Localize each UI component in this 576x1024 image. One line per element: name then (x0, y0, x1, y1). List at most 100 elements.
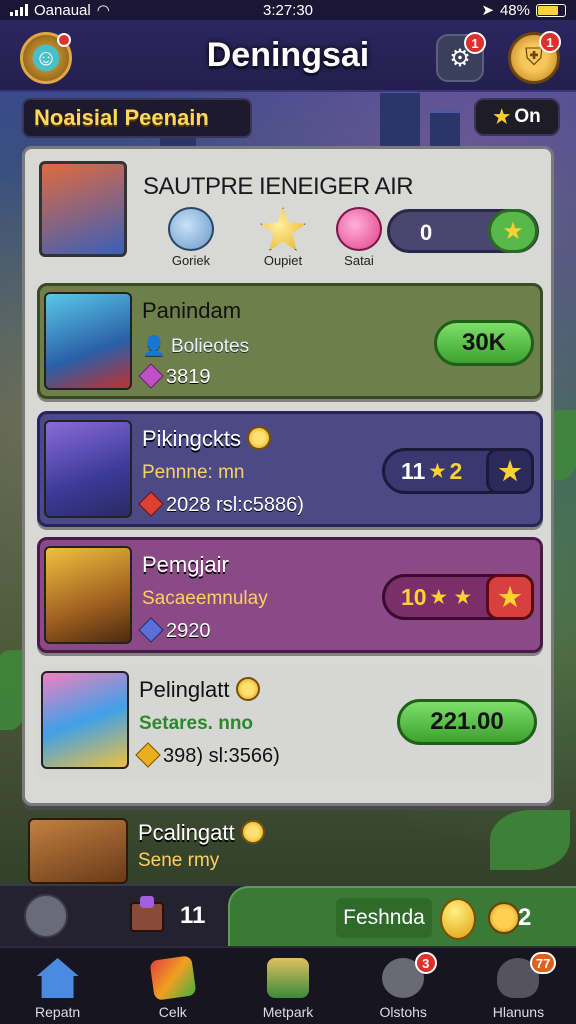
star-icon: ★ (429, 460, 446, 481)
market-icon (267, 958, 309, 998)
player-name: Pcalingatt (138, 820, 235, 845)
star-button[interactable]: ★ (486, 574, 534, 620)
player-card[interactable]: Pemgjair Sacaeemnulay 2920 10 ★ ★ ★ (37, 537, 543, 653)
tab-label: Repatn (35, 1004, 81, 1020)
pink-pet-icon (336, 207, 382, 251)
score-pill: 11 ★ 2 ★ (382, 448, 534, 494)
star-icon: ★ (493, 106, 511, 128)
player-subtitle: Sacaeemnulay (142, 588, 268, 609)
featured-count-pill: 0 ★ (387, 209, 539, 253)
star-pet-icon (260, 207, 306, 251)
notification-badge: 1 (539, 31, 561, 53)
tab-home[interactable]: Repatn (0, 948, 115, 1024)
featured-card: SAUTPRE IENEIGER AIR Goriek Oupiet Satai… (39, 161, 539, 273)
avatar-icon: ☺ (34, 45, 58, 70)
player-card[interactable]: Pelinglatt Setares. nno 398) sl:3566) 22… (37, 665, 543, 781)
status-time: 3:27:30 (262, 1, 314, 19)
gem-icon (135, 742, 161, 768)
tab-label: Celk (158, 1004, 187, 1020)
pet-label: Satai (344, 253, 374, 268)
star-icon: ★ (498, 581, 522, 612)
player-portrait (28, 818, 128, 884)
on-toggle[interactable]: ★ On (474, 98, 560, 136)
score-button[interactable]: 221.00 (397, 699, 537, 745)
player-stat: 2920 (166, 620, 211, 642)
notification-badge: 1 (464, 32, 486, 54)
shield-button[interactable]: ⛨ 1 (508, 31, 561, 84)
player-stat: 398) sl:3566) (163, 745, 280, 767)
tab-cards[interactable]: Celk (115, 948, 230, 1024)
star-icon: ★ (502, 217, 524, 245)
score-pill: 10 ★ ★ ★ (382, 574, 534, 620)
star-button[interactable]: ★ (486, 448, 534, 494)
signal-icon (10, 4, 28, 16)
score-value: 11 (401, 457, 426, 484)
status-bar: Oanaual ◠ 3:27:30 ➤ 48% (0, 0, 576, 20)
cards-icon (149, 955, 197, 1001)
tab-profile[interactable]: 77 Hlanuns (461, 948, 576, 1024)
gem-icon (440, 898, 476, 940)
star-icon: ★ (498, 455, 522, 486)
settings-button[interactable]: ⚙ 1 (436, 32, 486, 82)
tab-label: Metpark (262, 1004, 314, 1020)
star-icon: ★ (430, 586, 447, 607)
player-stat: 3819 (166, 366, 211, 388)
tab-label: Hlanuns (492, 1004, 545, 1020)
user-icon: 👤 (142, 336, 166, 357)
player-card[interactable]: Pikingckts Pennne: mn 2028 rsl:c5886) 11… (37, 411, 543, 527)
resource-bar: 11 Feshnda 2 (0, 884, 576, 948)
ghost-pet-icon (168, 207, 214, 251)
home-icon (36, 958, 79, 998)
top-header: ☺ Deningsai ⚙ 1 ⛨ 1 (0, 20, 576, 92)
score-value: 10 (401, 583, 427, 610)
coin-icon (240, 820, 265, 844)
tab-label: Olstohs (379, 1004, 427, 1020)
star-icon: ★ (454, 586, 471, 607)
tab-market[interactable]: Metpark (230, 948, 345, 1024)
battery-icon (536, 3, 566, 17)
notification-badge: 77 (529, 952, 557, 974)
leaderboard-panel: SAUTPRE IENEIGER AIR Goriek Oupiet Satai… (22, 146, 554, 806)
profile-avatar-button[interactable]: ☺ (20, 32, 72, 84)
player-stat: 2028 rsl:c5886) (166, 494, 304, 516)
featured-title: SAUTPRE IENEIGER AIR (143, 173, 414, 200)
pet-item[interactable]: Oupiet (243, 207, 323, 268)
gem-icon (138, 491, 164, 517)
featured-count: 0 (420, 220, 433, 245)
player-subtitle: Setares. nno (139, 713, 254, 734)
featured-portrait (39, 161, 127, 257)
chest-count: 11 (180, 902, 206, 929)
gem-icon (138, 363, 164, 389)
player-name: Pemgjair (142, 552, 229, 577)
notification-badge: 3 (414, 952, 437, 974)
chest-icon (130, 896, 164, 932)
notification-badge (57, 33, 71, 47)
coin-icon (235, 677, 260, 701)
player-name: Pelinglatt (139, 677, 230, 702)
bottom-tab-bar: Repatn Celk Metpark 3 Olstohs 77 Hlanuns (0, 946, 576, 1024)
page-title: Deningsai (206, 35, 370, 74)
pet-item[interactable]: Goriek (151, 207, 231, 268)
star-button[interactable]: ★ (488, 209, 538, 253)
smile-coin-icon (488, 902, 520, 934)
player-name: Pikingckts (142, 426, 242, 451)
toggle-label: On (514, 106, 541, 127)
battery-percent: 48% (499, 1, 530, 19)
ghost-icon[interactable] (24, 894, 68, 938)
resource-label[interactable]: Feshnda (336, 898, 432, 938)
score-extra: 2 (449, 457, 463, 484)
player-subtitle: Sene rmy (138, 850, 220, 871)
pet-label: Goriek (171, 253, 211, 268)
carrier-name: Oanaual (34, 1, 91, 19)
tab-settings[interactable]: 3 Olstohs (346, 948, 461, 1024)
player-subtitle: Pennne: mn (142, 462, 245, 483)
player-portrait (41, 671, 129, 769)
player-name: Panindam (142, 298, 242, 323)
score-button[interactable]: 30K (434, 320, 534, 366)
player-portrait (44, 420, 132, 518)
coin-icon (247, 426, 272, 450)
resource-panel: Feshnda 2 (228, 886, 576, 948)
player-card[interactable]: Panindam 👤 Bolieotes 3819 30K (37, 283, 543, 399)
player-subtitle: Bolieotes (170, 336, 250, 357)
player-card-preview[interactable]: Pcalingatt Sene rmy (22, 812, 542, 884)
